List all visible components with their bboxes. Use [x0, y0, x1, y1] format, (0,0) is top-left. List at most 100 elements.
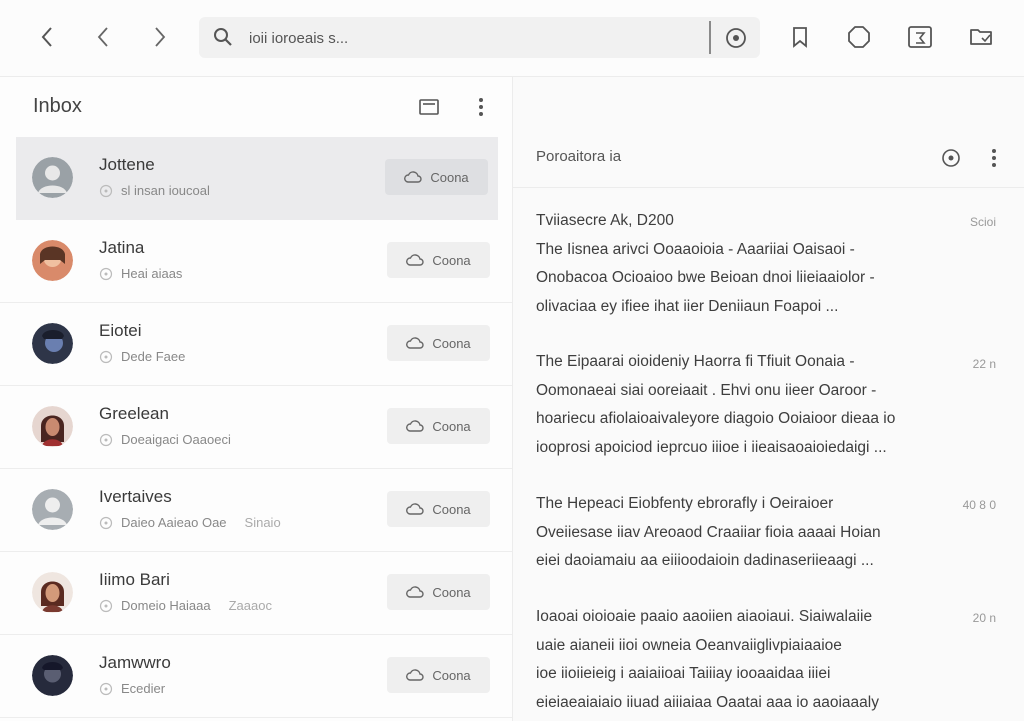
- preview-item[interactable]: Tviiasecre Ak, D200 The Iisnea arivci Oo…: [536, 207, 936, 321]
- message-meta: Dede Faee: [99, 349, 185, 364]
- list-item[interactable]: Eiotei Dede Faee Coona: [0, 303, 512, 386]
- search-icon: [214, 28, 232, 46]
- inbox-more-button[interactable]: [467, 93, 495, 121]
- card-icon: [419, 99, 439, 115]
- list-item[interactable]: Greelean Doeaigaci Oaaoeci Coona: [0, 386, 512, 469]
- preview-line: uaie aianeii iioi owneia Oeanvaiiglivpia…: [536, 636, 842, 654]
- message-meta: Domeio Haiaaa Zaaaoc: [99, 598, 272, 613]
- forward-button[interactable]: [143, 20, 177, 54]
- preview-line: The Iisnea arivci Ooaaoioia - Aaariiai O…: [536, 240, 855, 258]
- message-meta: Heai aiaas: [99, 266, 182, 281]
- message-list: Jottene sl insan ioucoal Coona Jatina He…: [0, 137, 512, 718]
- archive-button[interactable]: Coona: [387, 325, 490, 361]
- meta-text: Domeio Haiaaa: [121, 598, 211, 613]
- chevron-right-icon: [155, 27, 166, 47]
- preview-line: The Eipaarai oioideniy Haorra fi Tfiuit …: [536, 353, 855, 370]
- preview-time: 22 n: [972, 357, 996, 371]
- chevron-left-icon: [97, 27, 108, 47]
- preview-time: 20 n: [972, 611, 996, 625]
- action-label: Coona: [432, 667, 471, 683]
- archive-button[interactable]: Coona: [385, 159, 488, 195]
- list-item[interactable]: Jottene sl insan ioucoal Coona: [16, 137, 498, 220]
- action-label: Coona: [432, 252, 471, 268]
- bookmark-button[interactable]: [785, 22, 815, 52]
- preview-line: Ioaoai oioioaie paaio aaoiien aiaoiaui. …: [536, 608, 873, 625]
- bookmark-icon: [793, 27, 807, 48]
- avatar: [32, 323, 73, 364]
- status-dot-icon: [99, 599, 113, 612]
- list-item[interactable]: Jamwwro Ecedier Coona: [0, 635, 512, 718]
- meta-text: Dede Faee: [121, 349, 186, 364]
- preview-line: iooprosi apoiciod ieprcuo iiioe i iieais…: [536, 438, 887, 456]
- avatar: [32, 406, 73, 447]
- status-dot-icon: [99, 267, 113, 280]
- cloud-icon: [406, 586, 424, 598]
- back-history-button[interactable]: [86, 20, 120, 54]
- archive-button[interactable]: Coona: [387, 657, 490, 693]
- archive-button[interactable]: Coona: [387, 408, 490, 444]
- sender-name: Ivertaives: [99, 487, 172, 506]
- preview-line: Tviiasecre Ak, D200: [536, 212, 674, 229]
- chevron-left-icon: [41, 27, 52, 47]
- sender-name: Jottene: [99, 155, 155, 174]
- archive-button[interactable]: Coona: [387, 574, 490, 610]
- preview-line: eiei daoiamaiu aa eiiioodaioin dadinaser…: [536, 552, 874, 569]
- compose-button[interactable]: [415, 93, 443, 121]
- folder-icon: [970, 29, 992, 45]
- avatar: [32, 157, 73, 198]
- inbox-title: Inbox: [33, 95, 82, 117]
- sender-name: Greelean: [99, 404, 169, 423]
- list-item[interactable]: Jatina Heai aiaas Coona: [0, 220, 512, 303]
- more-vert-icon: [992, 149, 996, 167]
- preview-more-button[interactable]: [981, 145, 1007, 171]
- octagon-icon: [848, 26, 870, 48]
- archive-button[interactable]: Coona: [387, 242, 490, 278]
- reader-mode-button[interactable]: [905, 22, 935, 52]
- action-label: Coona: [432, 335, 471, 351]
- target-icon: [942, 149, 960, 167]
- preview-pane: Poroaitora ia Tviiasecre Ak, D200 The Ii…: [513, 77, 1024, 721]
- avatar: [32, 240, 73, 281]
- status-dot-icon: [99, 433, 113, 446]
- inbox-pane: Inbox Jottene sl insan ioucoal Coona Jat…: [0, 77, 513, 721]
- preview-line: hoariecu afiolaioaivaleyore diagoio Ooia…: [536, 410, 896, 427]
- avatar: [32, 655, 73, 696]
- list-item[interactable]: Iiimo Bari Domeio Haiaaa Zaaaoc Coona: [0, 552, 512, 635]
- cloud-icon: [406, 420, 424, 432]
- search-divider: [709, 21, 711, 54]
- preview-time: 40 8 0: [962, 498, 996, 512]
- preview-line: Oomonaeai siai ooreiaait . Ehvi onu iiee…: [536, 381, 877, 399]
- folder-button[interactable]: [966, 22, 996, 52]
- avatar: [32, 489, 73, 530]
- status-dot-icon: [99, 682, 113, 695]
- preview-line: The Hepeaci Eiobfenty ebrorafly i Oeirai…: [536, 495, 834, 512]
- meta-text: Ecedier: [121, 681, 166, 696]
- action-label: Coona: [432, 584, 471, 600]
- back-button[interactable]: [30, 20, 64, 54]
- avatar: [32, 572, 73, 613]
- meta-text: sl insan ioucoal: [121, 183, 210, 198]
- preview-settings-button[interactable]: [938, 145, 964, 171]
- cloud-icon: [404, 171, 422, 183]
- message-meta: Doeaigaci Oaaoeci: [99, 432, 231, 447]
- status-dot-icon: [99, 516, 113, 529]
- cloud-icon: [406, 337, 424, 349]
- list-item[interactable]: Ivertaives Daieo Aaieao Oae Sinaio Coona: [0, 469, 512, 552]
- search-bar[interactable]: [199, 17, 760, 58]
- more-vert-icon: [479, 98, 483, 116]
- preview-item[interactable]: The Hepeaci Eiobfenty ebrorafly i Oeirai…: [536, 490, 936, 576]
- meta-text: Doeaigaci Oaaoeci: [121, 432, 231, 447]
- status-dot-icon: [99, 184, 113, 197]
- archive-button[interactable]: Coona: [387, 491, 490, 527]
- inbox-header: Inbox: [0, 77, 512, 137]
- preview-time: Scioi: [969, 215, 996, 229]
- search-input[interactable]: [247, 25, 651, 51]
- preview-item[interactable]: The Eipaarai oioideniy Haorra fi Tfiuit …: [536, 348, 936, 462]
- lens-button[interactable]: [721, 23, 751, 53]
- browser-toolbar: [0, 0, 1024, 77]
- preview-item[interactable]: Ioaoai oioioaie paaio aaoiien aiaoiaui. …: [536, 603, 936, 717]
- sender-name: Jatina: [99, 238, 145, 257]
- meta-text: Heai aiaas: [121, 266, 183, 281]
- sender-name: Iiimo Bari: [99, 570, 170, 589]
- extension-button[interactable]: [844, 22, 874, 52]
